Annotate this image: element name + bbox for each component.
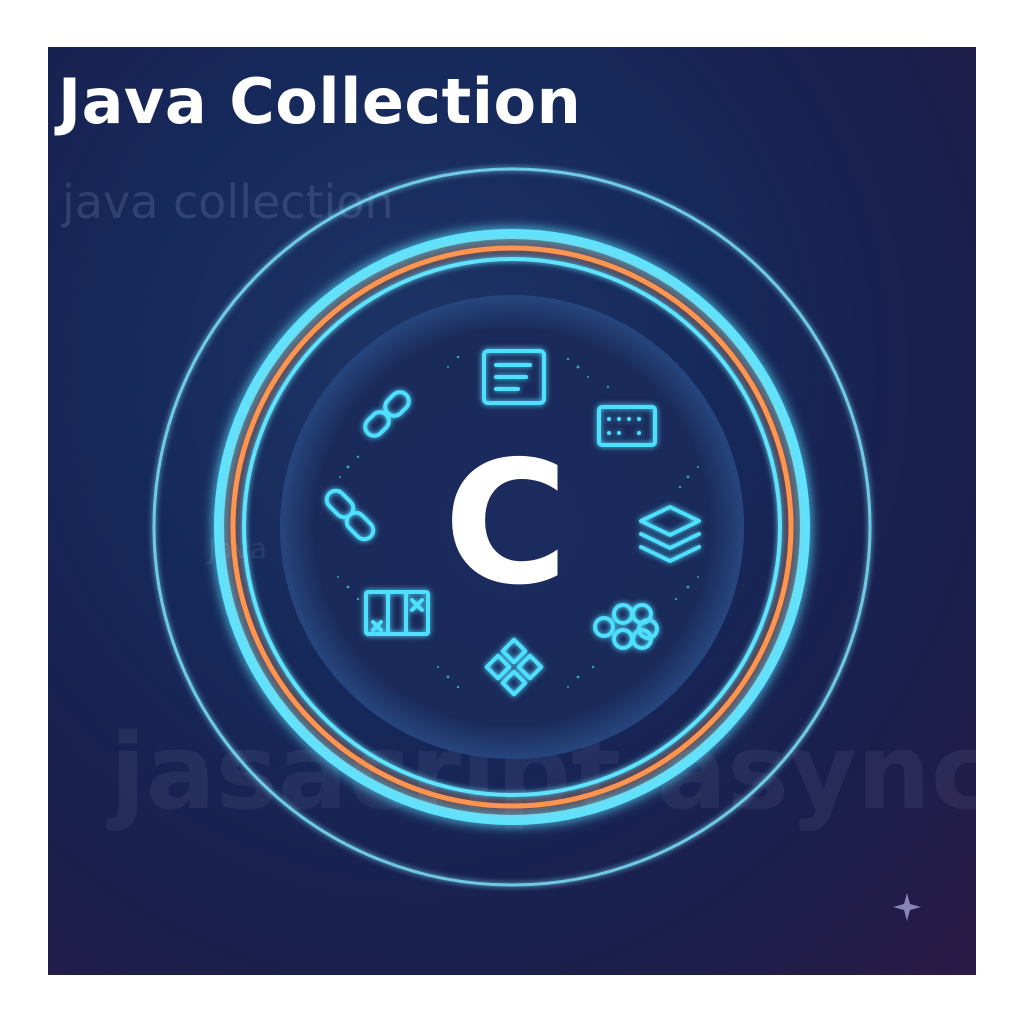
ring-emblem: C: [152, 167, 872, 887]
center-letter: C: [444, 425, 569, 623]
sparkle-icon: [893, 893, 921, 921]
cover-panel: java collection Java jasacript async C J…: [48, 47, 976, 975]
page-title: Java Collection: [58, 65, 582, 138]
